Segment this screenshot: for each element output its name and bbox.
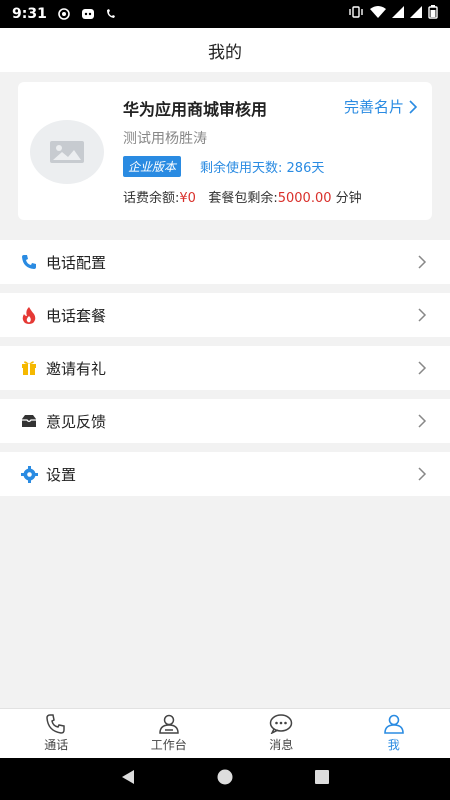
menu-item-phone-config[interactable]: 电话配置 [0,240,450,284]
phone-outline-icon [46,714,65,734]
menu-label: 邀请有礼 [46,359,107,378]
tab-label: 工作台 [150,738,187,752]
image-placeholder-icon [50,141,84,163]
bottom-tab-bar: 通话 工作台 消息 我 [0,708,450,758]
tab-calls[interactable]: 通话 [0,709,113,758]
app-notify-icon [81,8,95,20]
tab-workbench[interactable]: 工作台 [113,709,226,758]
edition-badge: 企业版本 [123,156,182,177]
complete-card-link[interactable]: 完善名片 [344,96,418,117]
status-time: 9:31 [12,6,47,22]
balance-row: 话费余额:¥0 套餐包剩余:5000.00 分钟 [123,187,362,206]
tab-label: 通话 [44,738,69,752]
home-icon[interactable] [216,768,234,790]
tab-me[interactable]: 我 [338,709,450,758]
missed-call-icon [105,8,119,20]
gear-icon [20,465,38,483]
menu-item-feedback[interactable]: 意见反馈 [0,399,450,443]
tab-label: 我 [387,738,400,752]
vibrate-icon [348,6,364,22]
system-nav-bar [0,758,450,800]
package-unit: 分钟 [335,191,362,206]
status-right [348,5,438,23]
flame-icon [20,306,38,324]
remaining-days: 剩余使用天数: 286天 [200,157,324,176]
page-title: 我的 [208,42,242,63]
tab-messages[interactable]: 消息 [225,709,338,758]
remaining-days-value: 286天 [286,161,325,176]
menu-label: 意见反馈 [46,412,107,431]
remaining-days-label: 剩余使用天数: [200,161,283,176]
balance-value: ¥0 [179,191,196,206]
chevron-right-icon [414,307,430,323]
menu-item-settings[interactable]: 设置 [0,452,450,496]
signal-icon [392,6,404,22]
wifi-icon [370,6,386,22]
package-value: 5000.00 [277,191,332,206]
complete-card-label: 完善名片 [343,98,404,116]
phone-icon [20,253,38,271]
chevron-right-icon [414,360,430,376]
profile-subtitle: 测试用杨胜涛 [123,131,207,147]
app-bar: 我的 [0,28,450,72]
workbench-icon [158,714,179,734]
chevron-right-icon [409,99,418,114]
avatar[interactable] [30,120,104,184]
menu-item-phone-package[interactable]: 电话套餐 [0,293,450,337]
package-label: 套餐包剩余: [208,191,278,206]
battery-icon [428,5,438,23]
back-icon[interactable] [119,768,137,790]
chevron-right-icon [414,413,430,429]
status-bar: 9:31 [0,0,450,28]
recents-icon[interactable] [313,768,331,790]
menu-label: 电话配置 [46,253,107,272]
menu-label: 设置 [46,465,77,484]
tab-label: 消息 [269,738,294,752]
balance-label: 话费余额: [123,191,180,206]
person-icon [383,714,404,734]
menu-label: 电话套餐 [46,306,107,325]
record-icon [57,8,71,20]
chat-icon [270,714,293,734]
menu-item-invite[interactable]: 邀请有礼 [0,346,450,390]
chevron-right-icon [414,466,430,482]
profile-name: 华为应用商城审核用 [123,100,268,119]
gift-icon [20,359,38,377]
chevron-right-icon [414,254,430,270]
profile-card[interactable]: 华为应用商城审核用 完善名片 测试用杨胜涛 企业版本 剩余使用天数: 286天 … [18,82,432,220]
signal-2-icon [410,6,422,22]
mailbox-icon [20,412,38,430]
